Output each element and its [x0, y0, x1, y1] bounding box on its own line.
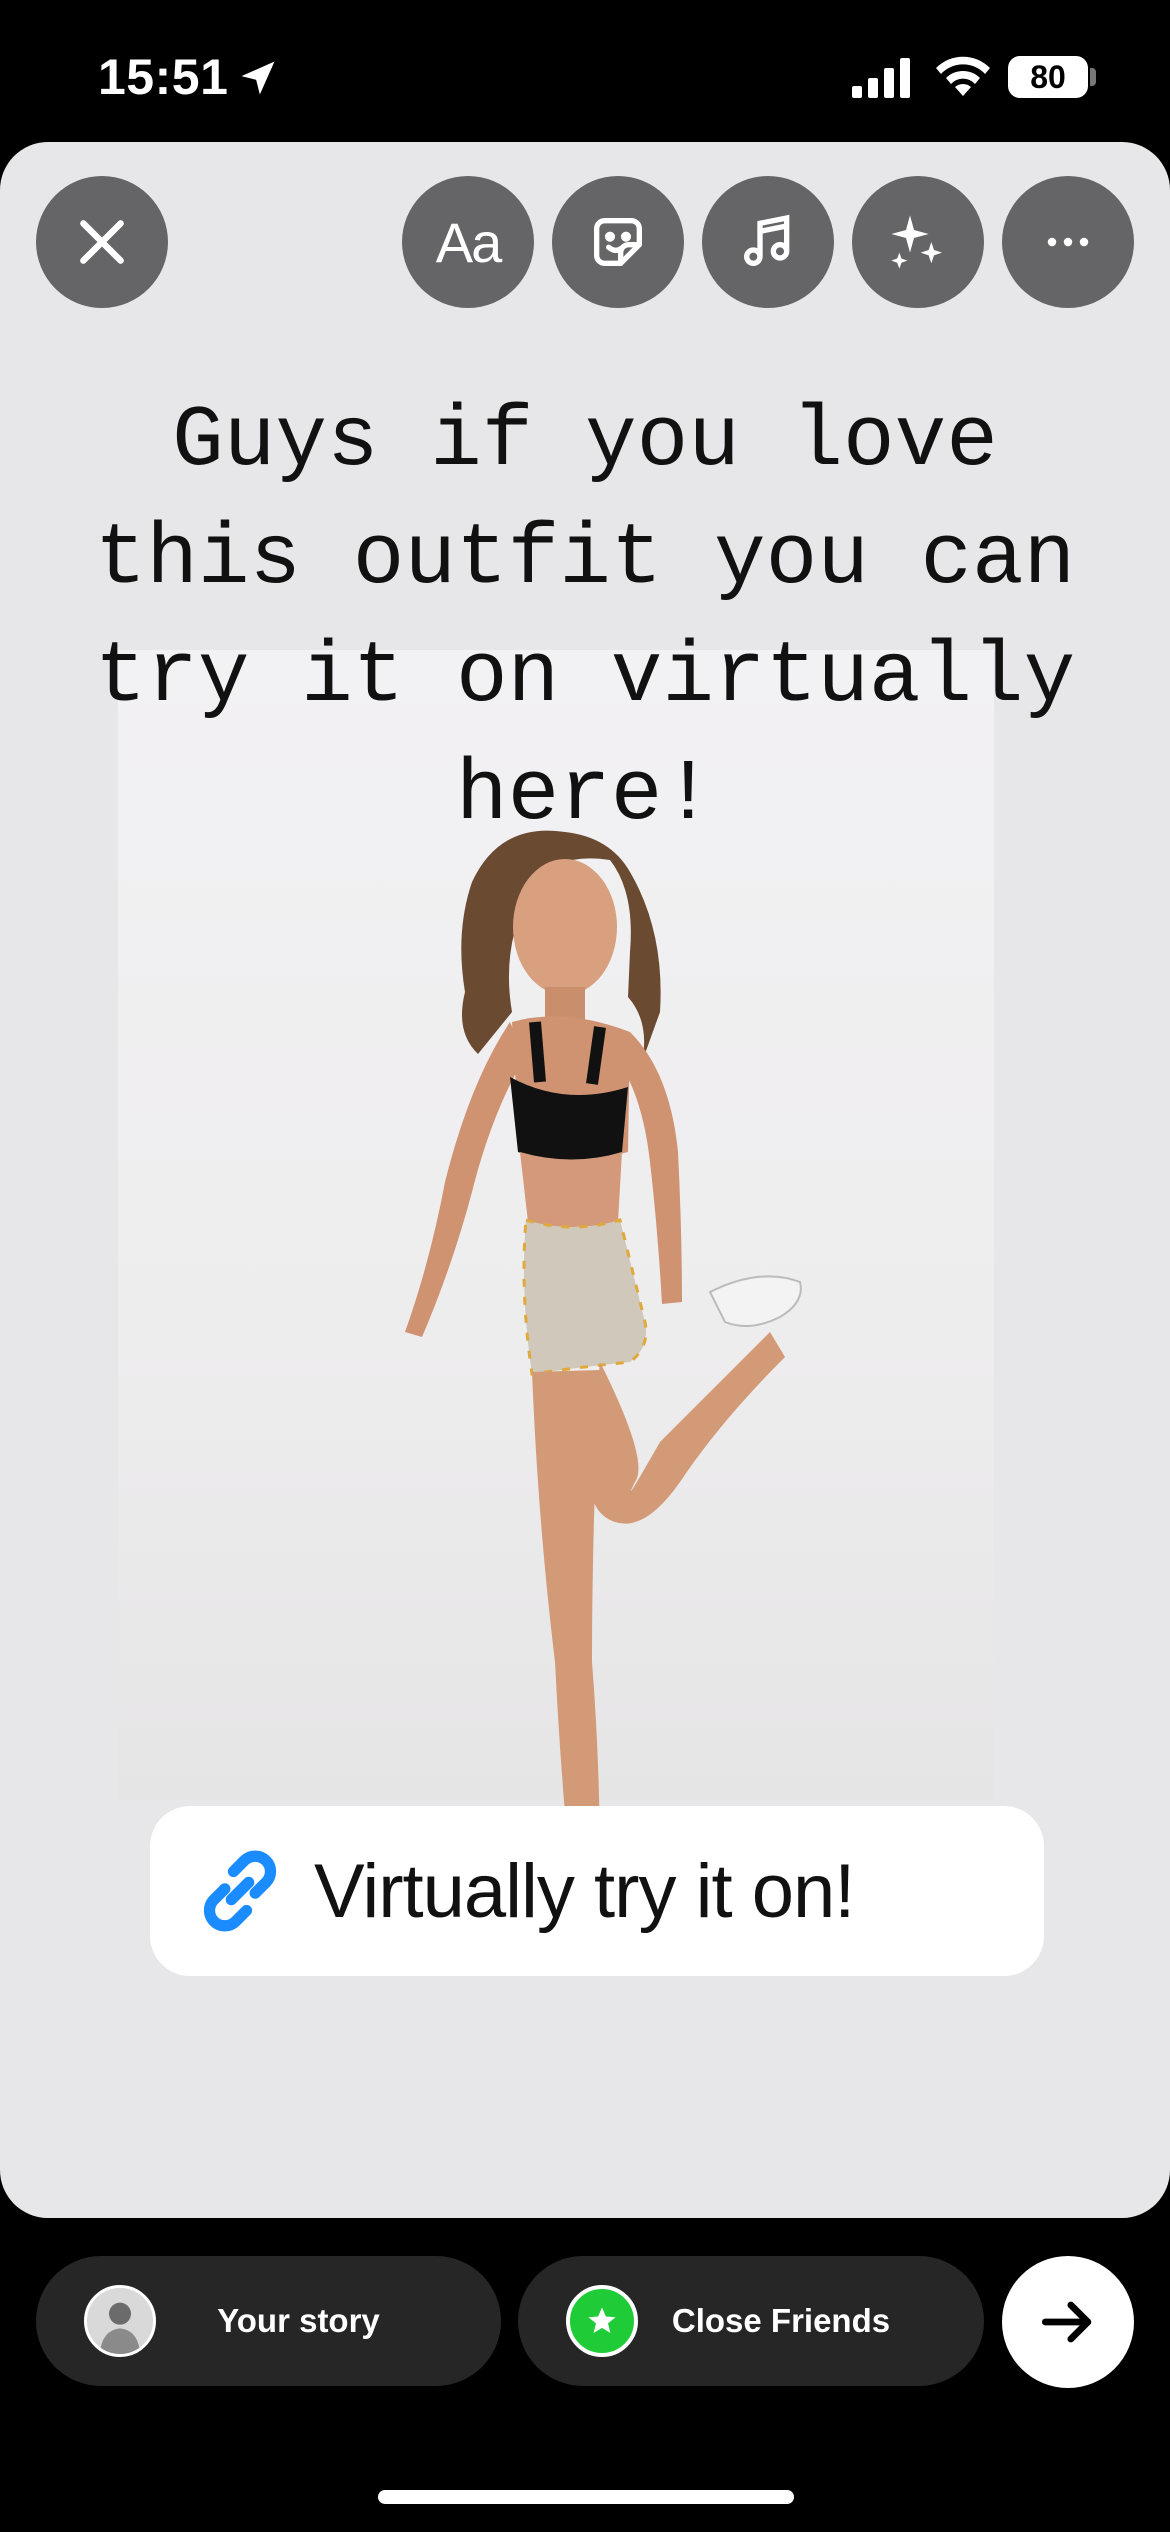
arrow-right-icon — [1041, 2301, 1092, 2343]
next-button[interactable] — [1002, 2256, 1134, 2388]
status-bar: 15:51 80 — [0, 0, 1170, 140]
more-icon — [1047, 237, 1089, 247]
battery-icon: 80 — [1008, 56, 1088, 98]
text-tool-button[interactable]: Aa — [402, 176, 534, 308]
music-icon — [744, 214, 790, 266]
your-story-button[interactable]: Your story — [36, 2256, 501, 2386]
close-friends-star-icon — [566, 2285, 638, 2357]
link-sticker-label: Virtually try it on! — [314, 1848, 855, 1934]
story-caption[interactable]: Guys if you love this outfit you can try… — [60, 382, 1110, 854]
sticker-button[interactable] — [552, 176, 684, 308]
effects-button[interactable] — [852, 176, 984, 308]
more-button[interactable] — [1002, 176, 1134, 308]
close-friends-label: Close Friends — [671, 2302, 891, 2339]
link-icon — [203, 1850, 277, 1932]
location-arrow-icon — [241, 61, 275, 95]
woman-photo-figure — [405, 830, 802, 1919]
profile-photo-icon — [87, 2288, 153, 2354]
sticker-icon — [594, 218, 642, 266]
battery-level: 80 — [1030, 58, 1066, 95]
close-button[interactable] — [36, 176, 168, 308]
link-sticker[interactable]: Virtually try it on! — [150, 1806, 1044, 1976]
close-friends-button[interactable]: Close Friends — [518, 2256, 984, 2386]
status-time: 15:51 — [98, 49, 229, 105]
close-icon — [80, 220, 124, 264]
wifi-icon — [936, 56, 990, 96]
battery-cap — [1090, 68, 1096, 86]
avatar — [84, 2285, 156, 2357]
your-story-label: Your story — [217, 2302, 380, 2339]
sparkles-icon — [891, 215, 942, 269]
music-button[interactable] — [702, 176, 834, 308]
text-tool-label: Aa — [435, 210, 502, 274]
cellular-signal-icon — [852, 58, 910, 98]
home-indicator[interactable] — [378, 2490, 794, 2504]
story-canvas[interactable]: Aa Guys if you love this outfit you can … — [0, 142, 1170, 2218]
